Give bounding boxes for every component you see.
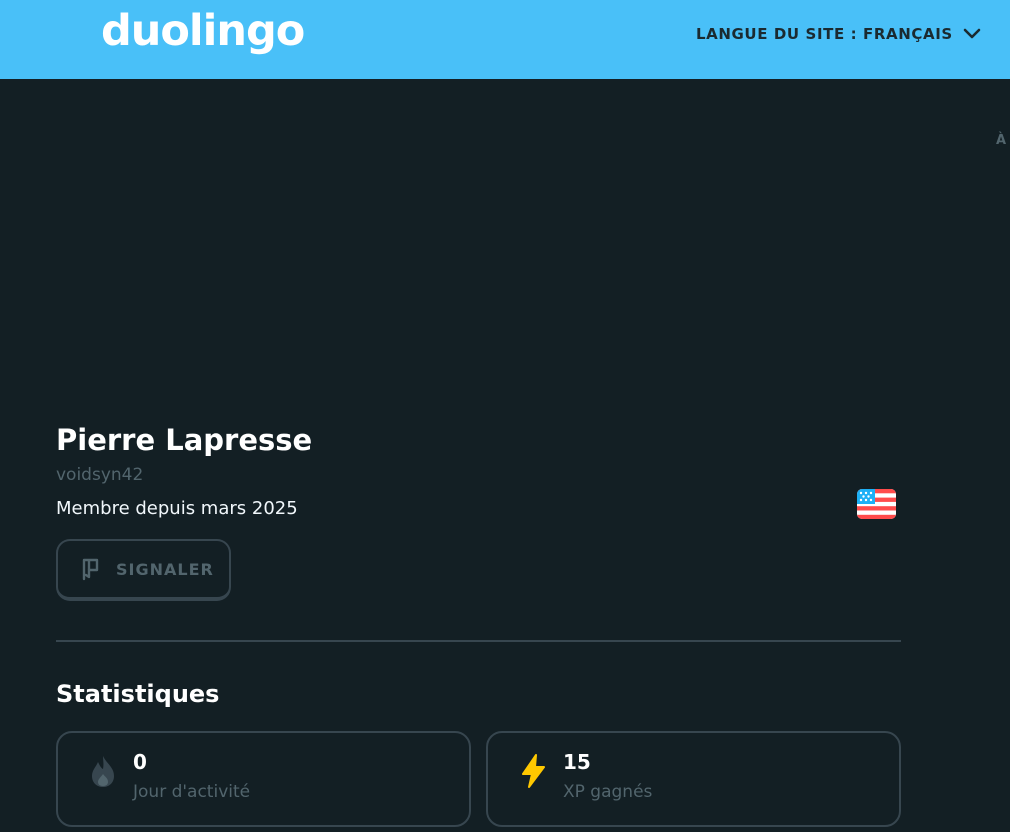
streak-value: 0 xyxy=(133,750,147,774)
statistics-title: Statistiques xyxy=(56,680,220,708)
us-flag-icon[interactable] xyxy=(857,489,896,519)
chevron-down-icon xyxy=(963,28,981,39)
profile-name: Pierre Lapresse xyxy=(56,423,313,457)
duolingo-logo[interactable]: duolingo xyxy=(101,6,305,56)
report-button-label: SIGNALER xyxy=(116,559,214,579)
profile-username: voidsyn42 xyxy=(56,465,144,485)
member-since: Membre depuis mars 2025 xyxy=(56,498,298,519)
report-button[interactable]: SIGNALER xyxy=(56,539,231,601)
section-divider xyxy=(56,640,901,642)
fire-icon xyxy=(92,756,114,787)
top-bar: duolingo LANGUE DU SITE : FRANÇAIS xyxy=(0,0,1010,79)
site-language-selector[interactable]: LANGUE DU SITE : FRANÇAIS xyxy=(696,22,981,46)
lightning-icon xyxy=(522,754,545,788)
xp-value: 15 xyxy=(563,750,591,774)
streak-label: Jour d'activité xyxy=(133,782,251,802)
flag-report-icon xyxy=(82,558,99,581)
xp-stat-card: 15 XP gagnés xyxy=(486,731,901,827)
streak-stat-card: 0 Jour d'activité xyxy=(56,731,471,827)
site-language-label: LANGUE DU SITE : FRANÇAIS xyxy=(696,25,953,43)
clipped-edge-text: À xyxy=(996,133,1007,148)
xp-label: XP gagnés xyxy=(563,782,653,802)
